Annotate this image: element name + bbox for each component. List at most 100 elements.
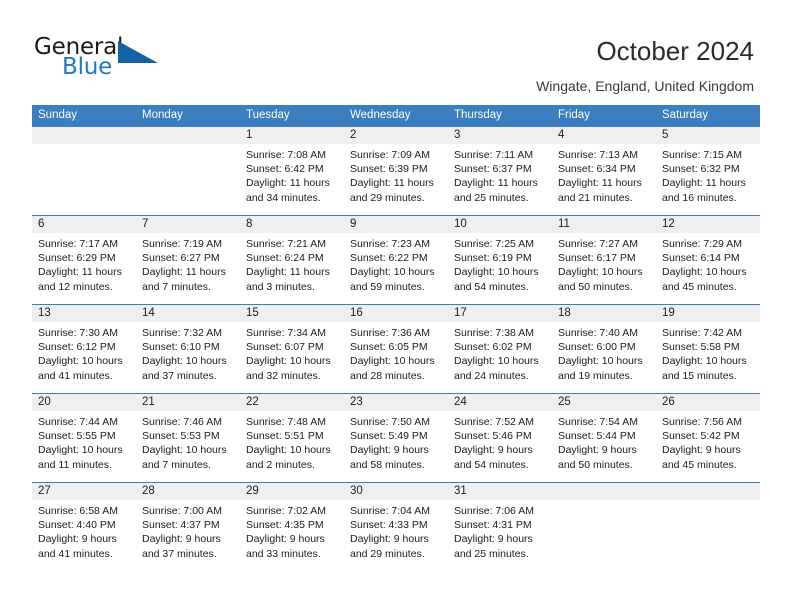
calendar-week-row: 27 Sunrise: 6:58 AM Sunset: 4:40 PM Dayligh… [32,482,760,572]
sunrise-text: Sunrise: 7:08 AM [246,149,326,161]
daylight-text-line2: and 59 minutes. [350,280,425,293]
weekday-header-row: Sunday Monday Tuesday Wednesday Thursday… [32,105,760,127]
calendar-day-cell[interactable]: 19 Sunrise: 7:42 AM Sunset: 5:58 PM Dayligh… [656,304,760,394]
weekday-header-friday: Friday [552,105,656,127]
day-details: Sunrise: 7:40 AM Sunset: 6:00 PM Daylight:… [552,322,656,383]
day-details: Sunrise: 7:27 AM Sunset: 6:17 PM Daylight:… [552,233,656,294]
sunset-text: Sunset: 6:07 PM [246,341,324,354]
daylight-text-line1: Daylight: 10 hours [558,355,643,368]
sunrise-text: Sunrise: 7:34 AM [246,327,326,339]
calendar-day-cell[interactable]: 14 Sunrise: 7:32 AM Sunset: 6:10 PM Dayligh… [136,304,240,394]
calendar-day-cell-empty [552,482,656,572]
daylight-text-line1: Daylight: 9 hours [454,444,533,457]
calendar-day-cell[interactable]: 8 Sunrise: 7:21 AM Sunset: 6:24 PM Daylight… [240,215,344,305]
daylight-text-line1: Daylight: 10 hours [454,355,539,368]
sunrise-text: Sunrise: 7:46 AM [142,416,222,428]
sunrise-text: Sunrise: 7:40 AM [558,327,638,339]
day-number: 11 [552,216,656,233]
daylight-text-line2: and 15 minutes. [662,369,737,382]
sunset-text: Sunset: 6:02 PM [454,341,532,354]
day-details: Sunrise: 7:21 AM Sunset: 6:24 PM Daylight:… [240,233,344,294]
sunset-text: Sunset: 6:14 PM [662,252,740,265]
calendar-day-cell[interactable]: 17 Sunrise: 7:38 AM Sunset: 6:02 PM Dayligh… [448,304,552,394]
sunset-text: Sunset: 6:32 PM [662,163,740,176]
day-details: Sunrise: 7:17 AM Sunset: 6:29 PM Daylight:… [32,233,136,294]
calendar-day-cell[interactable]: 9 Sunrise: 7:23 AM Sunset: 6:22 PM Daylight… [344,215,448,305]
day-details: Sunrise: 7:08 AM Sunset: 6:42 PM Daylight:… [240,144,344,205]
calendar-day-cell[interactable]: 15 Sunrise: 7:34 AM Sunset: 6:07 PM Dayligh… [240,304,344,394]
day-details: Sunrise: 7:44 AM Sunset: 5:55 PM Daylight:… [32,411,136,472]
calendar-page: General Blue October 2024 Wingate, Engla… [0,0,792,612]
calendar-day-cell[interactable]: 23 Sunrise: 7:50 AM Sunset: 5:49 PM Dayligh… [344,393,448,483]
calendar-day-cell[interactable]: 1 Sunrise: 7:08 AM Sunset: 6:42 PM Daylight… [240,126,344,216]
calendar-day-cell[interactable]: 18 Sunrise: 7:40 AM Sunset: 6:00 PM Dayligh… [552,304,656,394]
calendar-day-cell[interactable]: 26 Sunrise: 7:56 AM Sunset: 5:42 PM Dayligh… [656,393,760,483]
weekday-header-sunday: Sunday [32,105,136,127]
day-number: 30 [344,483,448,500]
sunset-text: Sunset: 5:51 PM [246,430,324,443]
sunrise-text: Sunrise: 7:00 AM [142,505,222,517]
daylight-text-line1: Daylight: 11 hours [558,177,642,190]
daylight-text-line1: Daylight: 10 hours [246,444,331,457]
daylight-text-line2: and 32 minutes. [246,369,321,382]
sunrise-text: Sunrise: 7:19 AM [142,238,222,250]
calendar-day-cell[interactable]: 24 Sunrise: 7:52 AM Sunset: 5:46 PM Dayligh… [448,393,552,483]
day-number: 18 [552,305,656,322]
daylight-text-line2: and 54 minutes. [454,458,529,471]
sunrise-text: Sunrise: 7:44 AM [38,416,118,428]
calendar-day-cell[interactable]: 13 Sunrise: 7:30 AM Sunset: 6:12 PM Dayligh… [32,304,136,394]
calendar-day-cell[interactable]: 4 Sunrise: 7:13 AM Sunset: 6:34 PM Daylight… [552,126,656,216]
sunrise-text: Sunrise: 7:48 AM [246,416,326,428]
daylight-text-line1: Daylight: 11 hours [38,266,122,279]
sunset-text: Sunset: 6:34 PM [558,163,636,176]
sunrise-text: Sunrise: 7:52 AM [454,416,534,428]
calendar-day-cell[interactable]: 25 Sunrise: 7:54 AM Sunset: 5:44 PM Dayligh… [552,393,656,483]
sunrise-text: Sunrise: 7:23 AM [350,238,430,250]
day-details: Sunrise: 7:06 AM Sunset: 4:31 PM Daylight:… [448,500,552,561]
day-details: Sunrise: 7:36 AM Sunset: 6:05 PM Daylight:… [344,322,448,383]
day-number: 17 [448,305,552,322]
day-details: Sunrise: 7:09 AM Sunset: 6:39 PM Daylight:… [344,144,448,205]
calendar-day-cell[interactable]: 3 Sunrise: 7:11 AM Sunset: 6:37 PM Daylight… [448,126,552,216]
sunrise-text: Sunrise: 7:38 AM [454,327,534,339]
calendar-day-cell[interactable]: 29 Sunrise: 7:02 AM Sunset: 4:35 PM Dayligh… [240,482,344,572]
day-number: 16 [344,305,448,322]
day-details: Sunrise: 6:58 AM Sunset: 4:40 PM Daylight:… [32,500,136,561]
daylight-text-line1: Daylight: 10 hours [38,355,123,368]
general-blue-logo[interactable]: General Blue [34,36,264,86]
calendar-day-cell[interactable]: 5 Sunrise: 7:15 AM Sunset: 6:32 PM Daylight… [656,126,760,216]
calendar-day-cell[interactable]: 20 Sunrise: 7:44 AM Sunset: 5:55 PM Dayligh… [32,393,136,483]
sunset-text: Sunset: 4:37 PM [142,519,220,532]
sunset-text: Sunset: 6:29 PM [38,252,116,265]
day-details: Sunrise: 7:02 AM Sunset: 4:35 PM Daylight:… [240,500,344,561]
day-details: Sunrise: 7:00 AM Sunset: 4:37 PM Daylight:… [136,500,240,561]
sunset-text: Sunset: 5:44 PM [558,430,636,443]
sunset-text: Sunset: 6:19 PM [454,252,532,265]
daylight-text-line1: Daylight: 10 hours [38,444,123,457]
sunset-text: Sunset: 6:42 PM [246,163,324,176]
daylight-text-line2: and 25 minutes. [454,547,529,560]
calendar-week-row: 13 Sunrise: 7:30 AM Sunset: 6:12 PM Dayligh… [32,304,760,394]
calendar-day-cell[interactable]: 28 Sunrise: 7:00 AM Sunset: 4:37 PM Dayligh… [136,482,240,572]
calendar-week-row: 1 Sunrise: 7:08 AM Sunset: 6:42 PM Daylight… [32,126,760,216]
daylight-text-line2: and 45 minutes. [662,458,737,471]
calendar-day-cell[interactable]: 12 Sunrise: 7:29 AM Sunset: 6:14 PM Dayligh… [656,215,760,305]
daylight-text-line2: and 45 minutes. [662,280,737,293]
calendar-day-cell[interactable]: 2 Sunrise: 7:09 AM Sunset: 6:39 PM Daylight… [344,126,448,216]
calendar-day-cell[interactable]: 6 Sunrise: 7:17 AM Sunset: 6:29 PM Daylight… [32,215,136,305]
calendar-day-cell[interactable]: 10 Sunrise: 7:25 AM Sunset: 6:19 PM Dayligh… [448,215,552,305]
day-details: Sunrise: 7:48 AM Sunset: 5:51 PM Daylight:… [240,411,344,472]
day-number: 2 [344,127,448,144]
calendar-day-cell[interactable]: 7 Sunrise: 7:19 AM Sunset: 6:27 PM Daylight… [136,215,240,305]
calendar-day-cell[interactable]: 30 Sunrise: 7:04 AM Sunset: 4:33 PM Dayligh… [344,482,448,572]
day-details: Sunrise: 7:25 AM Sunset: 6:19 PM Daylight:… [448,233,552,294]
calendar-day-cell[interactable]: 11 Sunrise: 7:27 AM Sunset: 6:17 PM Dayligh… [552,215,656,305]
calendar-day-cell[interactable]: 22 Sunrise: 7:48 AM Sunset: 5:51 PM Dayligh… [240,393,344,483]
day-number: 12 [656,216,760,233]
calendar-day-cell[interactable]: 16 Sunrise: 7:36 AM Sunset: 6:05 PM Dayligh… [344,304,448,394]
sunset-text: Sunset: 5:53 PM [142,430,220,443]
calendar-day-cell[interactable]: 31 Sunrise: 7:06 AM Sunset: 4:31 PM Dayligh… [448,482,552,572]
calendar-day-cell[interactable]: 21 Sunrise: 7:46 AM Sunset: 5:53 PM Dayligh… [136,393,240,483]
sunrise-text: Sunrise: 7:56 AM [662,416,742,428]
calendar-day-cell[interactable]: 27 Sunrise: 6:58 AM Sunset: 4:40 PM Dayligh… [32,482,136,572]
